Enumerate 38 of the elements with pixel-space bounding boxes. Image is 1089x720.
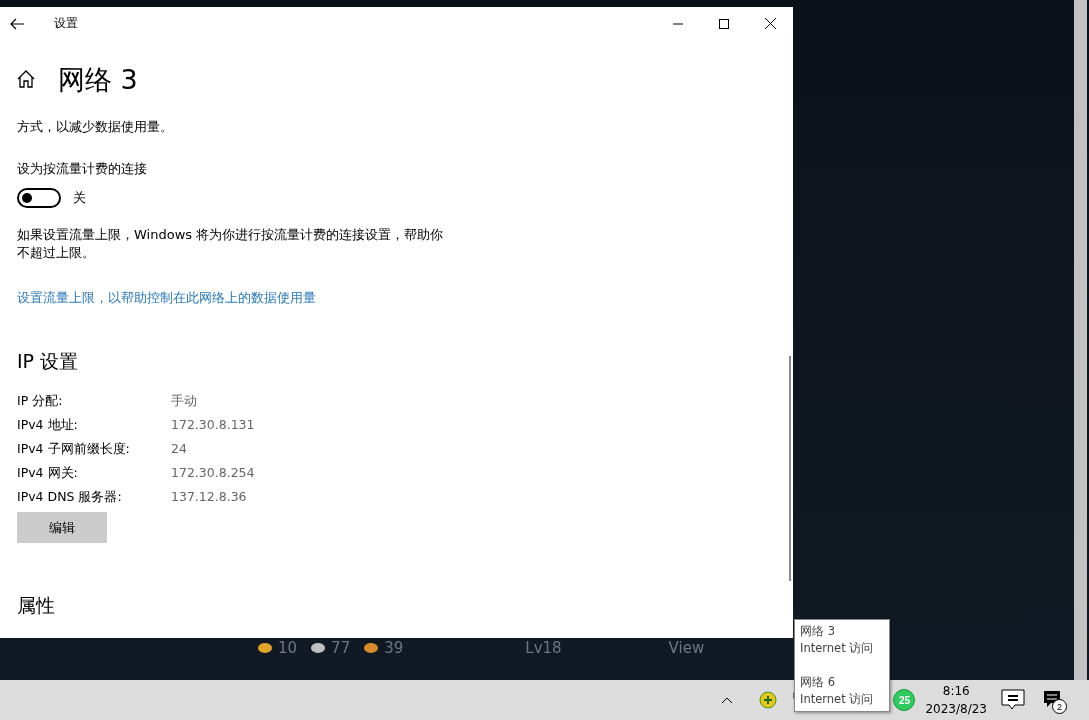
property-value: 137.12.8.36 [171, 489, 248, 506]
back-arrow-icon [10, 17, 24, 30]
chevron-up-icon [721, 696, 734, 704]
stat-count: 39 [384, 639, 404, 657]
property-value: 172.30.8.131 [171, 417, 256, 434]
toggle-state: 关 [73, 189, 86, 207]
description-text: 如果设置流量上限，Windows 将为你进行按流量计费的连接设置，帮助你不超过上限。 [17, 226, 445, 262]
clock[interactable]: 8:16 2023/8/23 [923, 682, 989, 718]
scrollbar[interactable] [789, 356, 791, 581]
network-status: Internet 访问 [800, 691, 875, 708]
data-limit-link[interactable]: 设置流量上限，以帮助控制在此网络上的数据使用量 [17, 290, 316, 305]
maximize-icon [719, 18, 729, 29]
section-heading: 属性 [17, 593, 56, 618]
page-title: 网络 3 [58, 63, 138, 97]
section-heading: IP 设置 [17, 349, 80, 374]
network-status: Internet 访问 [800, 640, 875, 657]
property-value: 24 [171, 441, 188, 458]
property-label: IPv4 网关: [17, 465, 79, 482]
network-name: 网络 6 [800, 674, 836, 691]
view-link[interactable]: View [668, 639, 705, 657]
stat-count: 10 [278, 639, 298, 657]
close-icon [764, 18, 776, 29]
network-name: 网络 3 [800, 623, 836, 640]
setting-label: 设为按流量计费的连接 [17, 160, 148, 178]
property-label: IPv4 子网前缀长度: [17, 441, 131, 458]
property-value: 172.30.8.254 [171, 465, 256, 482]
stat-count: 77 [331, 639, 351, 657]
description-text: 方式，以减少数据使用量。 [17, 118, 174, 136]
notification-center-button[interactable]: 2 [1043, 690, 1067, 714]
window-title: 设置 [54, 15, 79, 32]
property-value: 手动 [171, 393, 198, 410]
scrollbar[interactable] [1074, 0, 1087, 680]
level-text: Lv18 [525, 639, 562, 657]
property-label: IP 分配: [17, 393, 64, 410]
property-label: IPv4 DNS 服务器: [17, 489, 123, 506]
toggle-switch[interactable] [17, 188, 61, 208]
edit-button[interactable]: 编辑 [17, 512, 107, 543]
property-label: IPv4 地址: [17, 417, 79, 434]
